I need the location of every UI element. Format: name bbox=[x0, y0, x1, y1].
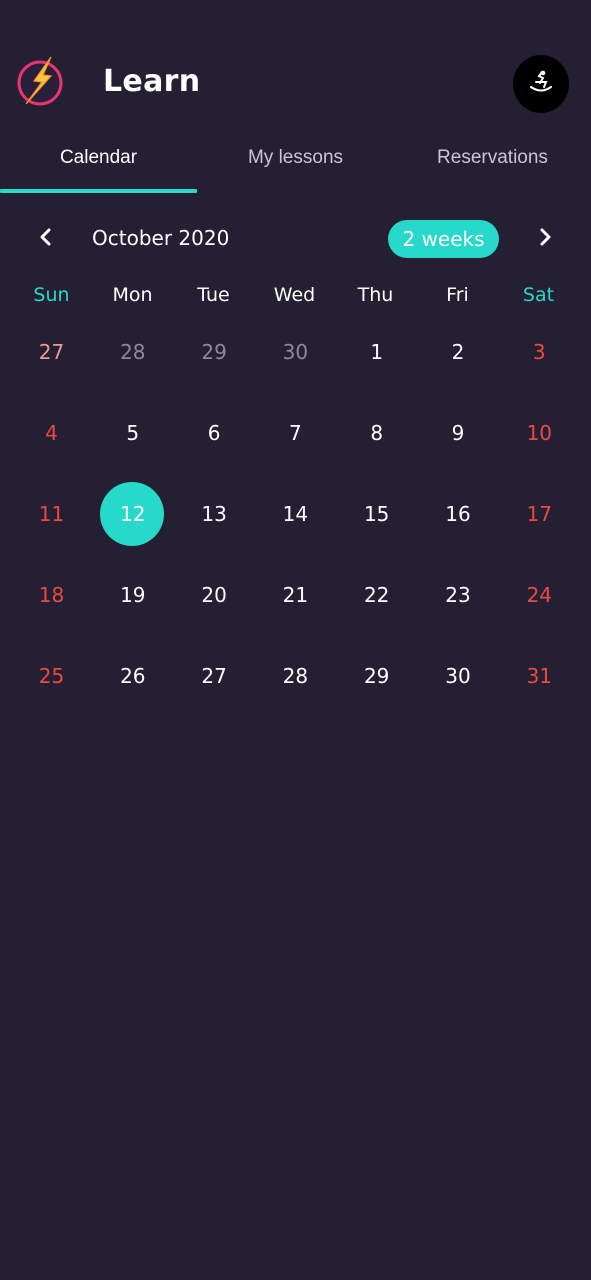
calendar-day-number: 18 bbox=[38, 583, 65, 607]
calendar-day[interactable]: 16 bbox=[418, 486, 499, 550]
calendar-day-number: 12 bbox=[120, 502, 146, 526]
calendar-day-number: 10 bbox=[526, 421, 553, 445]
calendar-day[interactable]: 9 bbox=[418, 405, 499, 469]
weekday-label: Tue bbox=[197, 284, 230, 306]
calendar-day[interactable]: 24 bbox=[499, 567, 580, 631]
calendar-day-number: 8 bbox=[370, 421, 384, 445]
tab-calendar[interactable]: Calendar bbox=[0, 140, 197, 192]
weekday-label: Sun bbox=[33, 284, 70, 306]
page-title: Learn bbox=[103, 64, 201, 99]
calendar-day-number: 15 bbox=[363, 502, 390, 526]
calendar-day[interactable]: 28 bbox=[255, 648, 336, 712]
calendar-day-number: 22 bbox=[363, 583, 390, 607]
calendar-day-number: 25 bbox=[38, 664, 65, 688]
calendar-day-number: 29 bbox=[363, 664, 390, 688]
calendar-day[interactable]: 2 bbox=[418, 324, 499, 388]
calendar-day[interactable]: 22 bbox=[336, 567, 417, 631]
calendar-day-selected[interactable]: 12 bbox=[92, 482, 173, 550]
weekday-label: Wed bbox=[273, 284, 316, 306]
calendar-day-number: 30 bbox=[282, 340, 309, 364]
calendar-day[interactable]: 18 bbox=[11, 567, 92, 631]
calendar-day[interactable]: 15 bbox=[336, 486, 417, 550]
calendar-day-number: 30 bbox=[445, 664, 471, 688]
weekday-header: Sun Mon Tue Wed Thu Fri Sat bbox=[11, 284, 580, 314]
calendar-day-number: 19 bbox=[120, 583, 146, 607]
calendar-day[interactable]: 29 bbox=[336, 648, 417, 712]
calendar-day[interactable]: 7 bbox=[255, 405, 336, 469]
calendar-day-number: 4 bbox=[45, 421, 58, 445]
weekday-label: Fri bbox=[446, 284, 469, 306]
calendar-day-number: 21 bbox=[282, 583, 309, 607]
calendar-day[interactable]: 11 bbox=[11, 486, 92, 550]
calendar-day[interactable]: 10 bbox=[499, 405, 580, 469]
calendar-day-number: 23 bbox=[445, 583, 471, 607]
weekday-label: Mon bbox=[112, 284, 153, 306]
weekday-label: Sat bbox=[522, 284, 555, 306]
calendar-day-number: 20 bbox=[201, 583, 227, 607]
calendar-day-number: 6 bbox=[207, 421, 221, 445]
calendar-day-number: 1 bbox=[370, 340, 384, 364]
calendar-day[interactable]: 28 bbox=[92, 324, 173, 388]
calendar-day[interactable]: 4 bbox=[11, 405, 92, 469]
rocking-horse-icon bbox=[528, 69, 554, 99]
calendar-day[interactable]: 19 bbox=[92, 567, 173, 631]
calendar-day[interactable]: 27 bbox=[174, 648, 255, 712]
chevron-right-icon bbox=[538, 227, 552, 251]
profile-button[interactable] bbox=[513, 55, 569, 113]
calendar-day-number: 9 bbox=[451, 421, 465, 445]
month-label: October 2020 bbox=[92, 226, 230, 250]
calendar-day-number: 29 bbox=[201, 340, 227, 364]
calendar-day-number: 7 bbox=[289, 421, 302, 445]
next-month-button[interactable] bbox=[525, 218, 565, 260]
calendar-day-number: 24 bbox=[526, 583, 553, 607]
active-tab-indicator bbox=[0, 189, 197, 193]
calendar-day-number: 26 bbox=[120, 664, 146, 688]
calendar-day-number: 13 bbox=[201, 502, 227, 526]
calendar-day[interactable]: 13 bbox=[174, 486, 255, 550]
calendar-day[interactable]: 27 bbox=[11, 324, 92, 388]
calendar-day-number: 11 bbox=[38, 502, 65, 526]
calendar-day[interactable]: 8 bbox=[336, 405, 417, 469]
range-toggle-button[interactable]: 2 weeks bbox=[388, 220, 499, 258]
calendar-day-number: 16 bbox=[445, 502, 471, 526]
calendar-day[interactable]: 25 bbox=[11, 648, 92, 712]
calendar-day[interactable]: 23 bbox=[418, 567, 499, 631]
calendar-day-number: 3 bbox=[532, 340, 546, 364]
chevron-left-icon bbox=[39, 227, 53, 251]
calendar-day[interactable]: 31 bbox=[499, 648, 580, 712]
calendar-day[interactable]: 17 bbox=[499, 486, 580, 550]
calendar-day[interactable]: 6 bbox=[174, 405, 255, 469]
tab-reservations[interactable]: Reservations bbox=[394, 140, 591, 192]
app-header: Learn bbox=[0, 0, 591, 140]
calendar-day[interactable]: 5 bbox=[92, 405, 173, 469]
tab-my-lessons[interactable]: My lessons bbox=[197, 140, 394, 192]
calendar-day[interactable]: 1 bbox=[336, 324, 417, 388]
calendar-day[interactable]: 3 bbox=[499, 324, 580, 388]
tab-bar: Calendar My lessons Reservations bbox=[0, 140, 591, 194]
calendar-day[interactable]: 30 bbox=[255, 324, 336, 388]
calendar-day-number: 2 bbox=[451, 340, 465, 364]
lightning-bolt-icon bbox=[17, 55, 65, 107]
calendar-day-number: 28 bbox=[282, 664, 309, 688]
calendar-day-number: 27 bbox=[201, 664, 227, 688]
calendar-day[interactable]: 26 bbox=[92, 648, 173, 712]
weekday-label: Thu bbox=[357, 284, 394, 306]
calendar-day[interactable]: 21 bbox=[255, 567, 336, 631]
calendar-day-number: 17 bbox=[526, 502, 553, 526]
month-navigation: October 2020 2 weeks bbox=[0, 218, 591, 260]
calendar-day-number: 31 bbox=[526, 664, 553, 688]
calendar-day-number: 5 bbox=[126, 421, 140, 445]
previous-month-button[interactable] bbox=[26, 218, 66, 260]
calendar-day[interactable]: 14 bbox=[255, 486, 336, 550]
calendar-day[interactable]: 29 bbox=[174, 324, 255, 388]
calendar-day-number: 14 bbox=[282, 502, 309, 526]
calendar-day-number: 27 bbox=[38, 340, 65, 364]
calendar-day[interactable]: 20 bbox=[174, 567, 255, 631]
calendar-day[interactable]: 30 bbox=[418, 648, 499, 712]
calendar-day-number: 28 bbox=[120, 340, 146, 364]
